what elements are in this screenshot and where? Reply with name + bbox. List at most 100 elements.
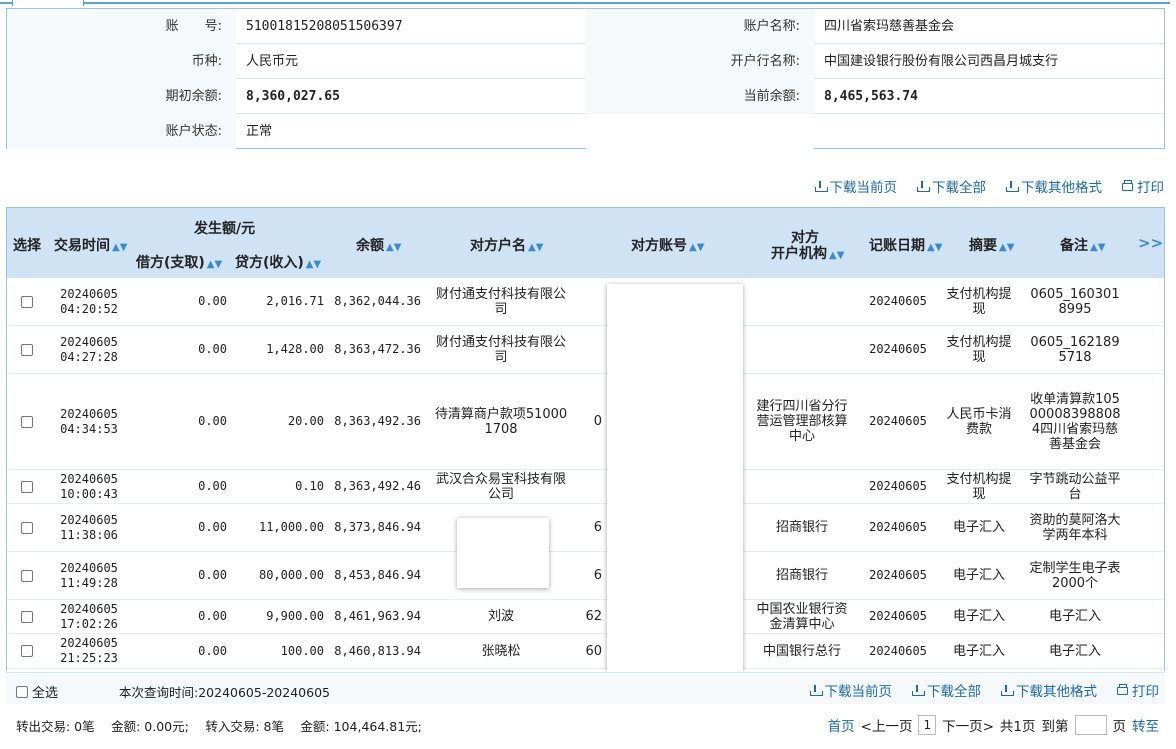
table-row[interactable]: 20240605 04:34:53 0.00 20.00 8,363,492.36 待清算… (7, 374, 1164, 470)
table-row[interactable]: 20240605 10:00:43 0.00 0.10 8,363,492.46 武汉合众… (7, 470, 1164, 504)
transactions-table: 选择 交易时间 ▲▼ 发生额/元 借方(支取) ▲▼ 贷方(收入) ▲▼ 余额 ▲▼ 对… (6, 207, 1165, 671)
cell-time: 20240605 04:20:52 (47, 278, 131, 325)
header-cp-name[interactable]: 对方户名 ▲▼ (470, 235, 543, 255)
bottom-actions: 下载当前页 下载全部 下载其他格式 打印 (809, 681, 1159, 700)
prev-page-link[interactable]: <上一页 (861, 715, 913, 735)
header-credit[interactable]: 贷方(收入) ▲▼ (235, 252, 321, 272)
header-remark[interactable]: 备注 ▲▼ (1060, 235, 1105, 255)
header-balance-label: 余额 (356, 238, 384, 254)
download-other-link[interactable]: 下载其他格式 (1006, 177, 1102, 196)
row-checkbox[interactable] (21, 415, 33, 428)
table-header: 选择 交易时间 ▲▼ 发生额/元 借方(支取) ▲▼ 贷方(收入) ▲▼ 余额 ▲▼ 对… (7, 208, 1164, 278)
cell-text: 收单清算款10500008398808 4四川省索玛慈善基金会 (1029, 391, 1121, 452)
download-icon (814, 180, 828, 192)
next-page-link[interactable]: 下一页> (942, 715, 994, 735)
table-row[interactable]: 20240605 11:49:28 0.00 80,000.00 8,453,846.9… (7, 552, 1164, 600)
cell-text: 建行四川省分行营运管理部核算中心 (756, 399, 848, 444)
download-page-link[interactable]: 下载当前页 (814, 177, 897, 196)
header-cp-account[interactable]: 对方账号 ▲▼ (631, 235, 704, 255)
currency-label: 币种: (7, 44, 236, 79)
select-all-checkbox[interactable] (16, 685, 28, 698)
download-page-link[interactable]: 下载当前页 (809, 681, 892, 700)
download-all-label: 下载全部 (927, 684, 981, 700)
cell-text: 8,461,963.94 (334, 609, 421, 623)
header-cp-bank[interactable]: 开户机构 ▲▼ (771, 243, 844, 263)
cell-text: 人民币卡消费款 (946, 406, 1012, 437)
download-other-link[interactable]: 下载其他格式 (1001, 681, 1097, 700)
current-page[interactable]: 1 (918, 715, 937, 735)
row-checkbox[interactable] (21, 480, 33, 493)
select-all[interactable]: 全选 (16, 682, 58, 701)
active-tab[interactable] (12, 0, 84, 6)
cell-time: 20240605 04:34:53 (47, 374, 131, 469)
table-row[interactable]: 20240605 04:27:28 0.00 1,428.00 8,363,472.36… (7, 326, 1164, 374)
download-all-link[interactable]: 下载全部 (917, 177, 986, 196)
row-checkbox[interactable] (21, 569, 33, 582)
tx-time: 11:49:28 (60, 575, 118, 590)
cell-credit: 2,016.71 (227, 278, 324, 325)
total-pages: 共1页 (999, 719, 1036, 735)
header-balance[interactable]: 余额 ▲▼ (356, 235, 401, 255)
sort-icon: ▲▼ (927, 242, 943, 253)
download-all-link[interactable]: 下载全部 (912, 681, 981, 700)
cell-text: 6 (593, 520, 602, 535)
row-checkbox[interactable] (21, 295, 33, 308)
cell-summary: 支付机构提现 (939, 278, 1019, 325)
cell-time: 20240605 04:27:28 (47, 326, 131, 373)
cell-text: 8,363,472.36 (334, 342, 421, 356)
download-icon (917, 180, 930, 192)
cell-text: 中国农业银行资金清算中心 (756, 601, 848, 632)
goto-page-input[interactable] (1074, 715, 1107, 735)
header-cp-account-label: 对方账号 (631, 238, 687, 254)
tx-date: 20240605 (60, 286, 118, 301)
currency-value: 人民币元 (246, 54, 299, 69)
print-link[interactable]: 打印 (1117, 681, 1159, 700)
account-row: 账 号: 51001815208051506397 账户名称: 四川省索玛慈善基… (7, 9, 1164, 44)
account-name-value: 四川省索玛慈善基金会 (824, 19, 955, 34)
row-checkbox[interactable] (21, 343, 33, 356)
print-link[interactable]: 打印 (1122, 177, 1164, 196)
cell-text: 武汉合众易宝科技有限公司 (435, 471, 566, 502)
table-row[interactable]: 20240605 04:20:52 0.00 2,016.71 8,362,044.36… (7, 278, 1164, 326)
cell-text: 电子汇入 (952, 609, 1005, 624)
row-checkbox[interactable] (21, 610, 33, 623)
header-remark-label: 备注 (1060, 238, 1088, 254)
download-icon (1001, 684, 1014, 696)
cell-select (7, 278, 47, 325)
table-row[interactable]: 20240605 21:25:23 0.00 100.00 8,460,813.94 张晓… (7, 634, 1164, 669)
cell-debit: 0.00 (131, 504, 227, 551)
cell-cp-bank (747, 326, 857, 373)
table-row[interactable]: 20240605 17:02:26 0.00 9,900.00 8,461,963.94… (7, 600, 1164, 634)
header-time[interactable]: 交易时间 ▲▼ (54, 235, 127, 255)
cell-credit: 20.00 (227, 374, 324, 469)
cell-summary: 电子汇入 (939, 634, 1019, 668)
row-checkbox[interactable] (21, 521, 33, 534)
header-summary[interactable]: 摘要 ▲▼ (969, 235, 1014, 255)
header-debit[interactable]: 借方(支取) ▲▼ (136, 252, 222, 272)
cell-credit: 0.10 (227, 470, 324, 503)
cell-text: 80,000.00 (258, 568, 324, 582)
cell-text: 8,453,846.94 (334, 568, 421, 582)
first-page-link[interactable]: 首页 (828, 715, 855, 735)
goto-button[interactable]: 转至 (1132, 715, 1159, 735)
cell-balance: 8,373,846.94 (324, 504, 421, 551)
tx-time: 04:20:52 (60, 301, 118, 316)
expand-columns-button[interactable]: >> (1138, 234, 1163, 252)
query-range: 本次查询时间:20240605-20240605 (119, 685, 330, 700)
cell-text: 20240605 (869, 520, 927, 534)
tx-date: 20240605 (60, 406, 118, 421)
cell-cp-name: 张晓松 (427, 634, 575, 668)
cell-cp-bank: 建行四川省分行营运管理部核算中心 (747, 374, 857, 469)
header-book-date[interactable]: 记账日期 ▲▼ (869, 235, 942, 255)
cell-summary: 电子汇入 (939, 552, 1019, 599)
row-checkbox[interactable] (21, 645, 33, 657)
current-balance-value: 8,465,563.74 (824, 89, 918, 104)
tx-date: 20240605 (60, 636, 118, 650)
cell-text: 20.00 (287, 414, 324, 428)
account-status-value: 正常 (246, 124, 273, 139)
cell-text: 0.00 (198, 643, 227, 658)
sort-icon: ▲▼ (1090, 242, 1106, 253)
tx-time: 04:27:28 (60, 349, 118, 364)
table-row[interactable]: 20240605 11:38:06 0.00 11,000.00 8,373,846.9… (7, 504, 1164, 552)
cell-cp-bank: 中国农业银行资金清算中心 (747, 600, 857, 633)
